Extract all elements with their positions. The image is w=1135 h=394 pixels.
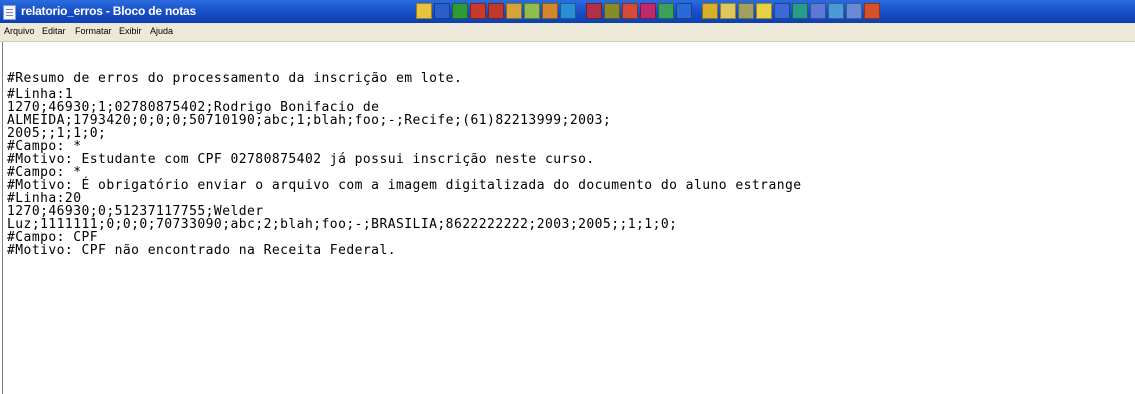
tray-icon-4[interactable] xyxy=(470,3,486,19)
menu-editar[interactable]: Editar xyxy=(42,26,66,37)
tray-icon-15[interactable] xyxy=(676,3,692,19)
tray-icon-10[interactable] xyxy=(586,3,602,19)
menu-exibir[interactable]: Exibir xyxy=(119,26,142,37)
tray-icon-18[interactable] xyxy=(738,3,754,19)
tray-icon-2[interactable] xyxy=(434,3,450,19)
text-editor[interactable]: #Resumo de erros do processamento da ins… xyxy=(2,42,1135,394)
tray-icon-13[interactable] xyxy=(640,3,656,19)
tray-icon-5[interactable] xyxy=(488,3,504,19)
tray-icon-24[interactable] xyxy=(846,3,862,19)
window-title: relatorio_erros - Bloco de notas xyxy=(21,4,196,18)
menu-ajuda[interactable]: Ajuda xyxy=(150,26,173,37)
text-line: Luz;1111111;0;0;0;70733090;abc;2;blah;fo… xyxy=(7,217,678,232)
menu-formatar[interactable]: Formatar xyxy=(75,26,112,37)
tray-icon-17[interactable] xyxy=(720,3,736,19)
tray-icon-3[interactable] xyxy=(452,3,468,19)
tray-icon-16[interactable] xyxy=(702,3,718,19)
tray-icon-11[interactable] xyxy=(604,3,620,19)
text-line: #Motivo: Estudante com CPF 02780875402 j… xyxy=(7,152,595,167)
tray-icon-25[interactable] xyxy=(864,3,880,19)
title-bar[interactable]: relatorio_erros - Bloco de notas xyxy=(0,0,1135,23)
tray-icon-8[interactable] xyxy=(542,3,558,19)
quick-launch-toolbar xyxy=(416,2,882,20)
tray-icon-20[interactable] xyxy=(774,3,790,19)
tray-icon-23[interactable] xyxy=(828,3,844,19)
text-line: #Resumo de erros do processamento da ins… xyxy=(7,71,463,86)
tray-icon-14[interactable] xyxy=(658,3,674,19)
tray-icon-9[interactable] xyxy=(560,3,576,19)
tray-icon-22[interactable] xyxy=(810,3,826,19)
tray-icon-21[interactable] xyxy=(792,3,808,19)
menu-arquivo[interactable]: Arquivo xyxy=(4,26,35,37)
tray-icon-6[interactable] xyxy=(506,3,522,19)
tray-icon-1[interactable] xyxy=(416,3,432,19)
menu-bar: Arquivo Editar Formatar Exibir Ajuda xyxy=(0,23,1135,42)
text-line: #Motivo: É obrigatório enviar o arquivo … xyxy=(7,178,802,193)
tray-icon-19[interactable] xyxy=(756,3,772,19)
tray-icon-7[interactable] xyxy=(524,3,540,19)
text-line: #Motivo: CPF não encontrado na Receita F… xyxy=(7,243,397,258)
notepad-icon xyxy=(3,5,16,20)
tray-icon-12[interactable] xyxy=(622,3,638,19)
